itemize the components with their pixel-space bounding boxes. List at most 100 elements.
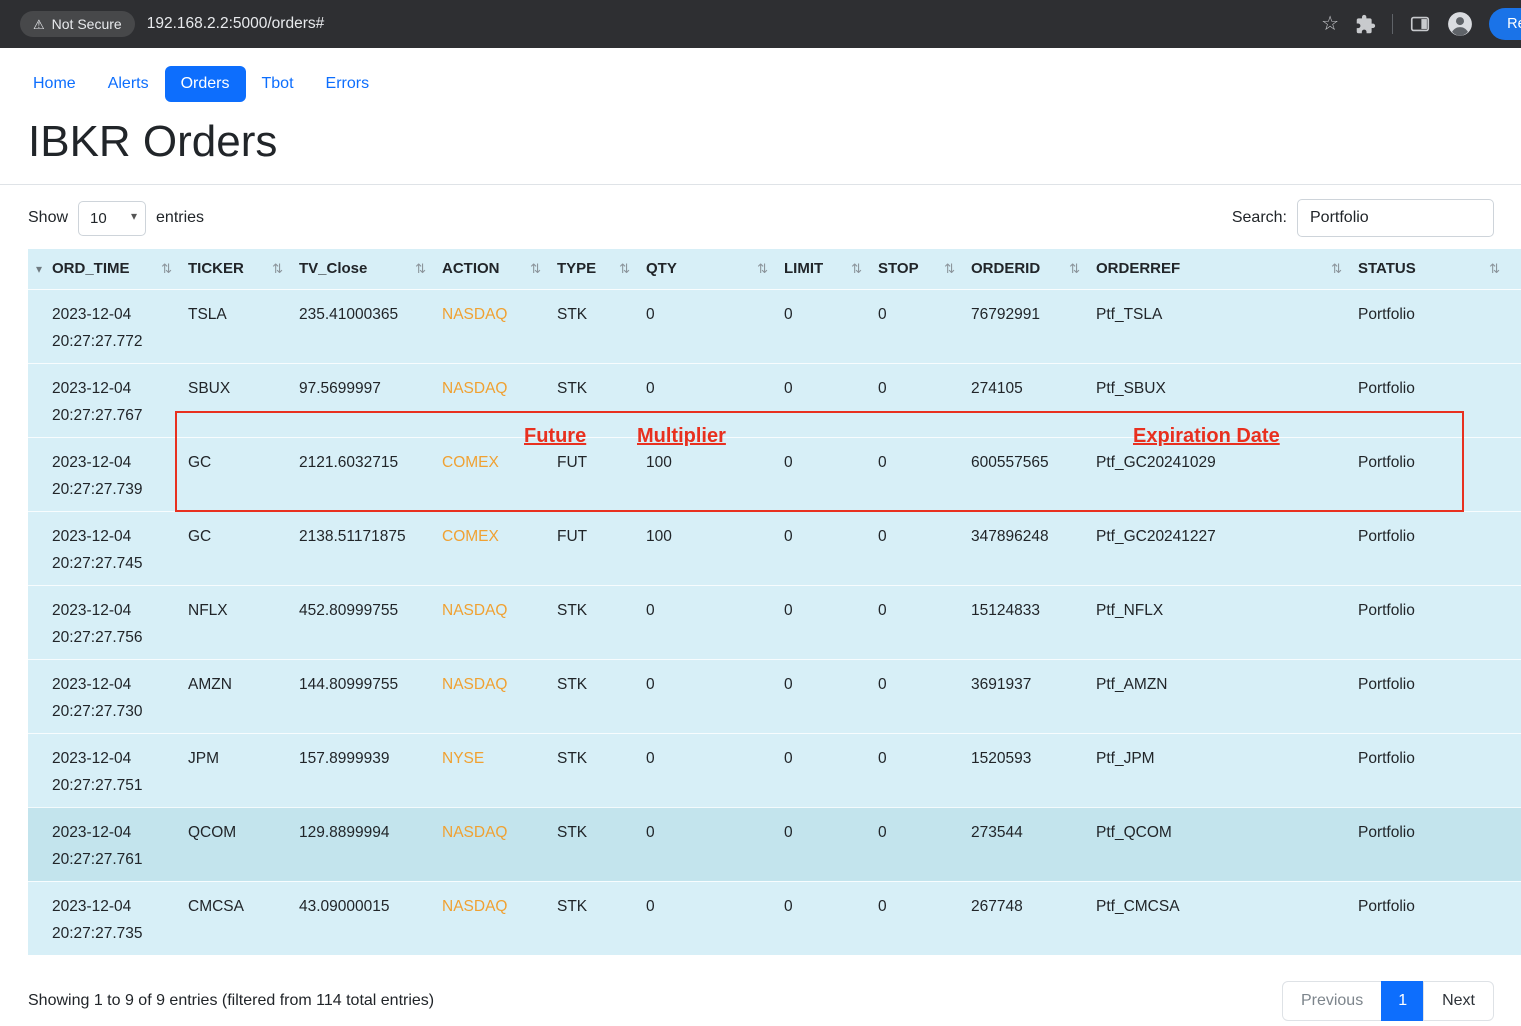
cell-type: STK	[557, 749, 588, 767]
sort-icon: ⇅	[415, 260, 426, 276]
table-row[interactable]: 2023-12-04 20:27:27.767 SBUX 97.5699997 N…	[28, 363, 1521, 437]
relaunch-button[interactable]: Relau	[1489, 8, 1521, 40]
next-page-button[interactable]: Next	[1423, 981, 1494, 1021]
table-row[interactable]: 2023-12-04 20:27:27.739 GC 2121.6032715 C…	[28, 437, 1521, 511]
cell-tv-close: 452.80999755	[299, 601, 399, 619]
cell-cut	[1508, 733, 1521, 807]
extensions-icon[interactable]	[1355, 14, 1376, 35]
cell-orderref: Ptf_GC20241227	[1096, 527, 1216, 545]
tab-orders[interactable]: Orders	[164, 66, 246, 102]
cell-orderid: 273544	[971, 823, 1023, 841]
relaunch-button-label: Relau	[1507, 16, 1521, 32]
cell-cut	[1508, 437, 1521, 511]
tab-alerts[interactable]: Alerts	[92, 66, 165, 102]
cell-action: COMEX	[442, 453, 499, 471]
table-row[interactable]: 2023-12-04 20:27:27.735 CMCSA 43.09000015…	[28, 881, 1521, 955]
cell-ticker: JPM	[188, 749, 219, 767]
cell-ticker: GC	[188, 527, 212, 545]
bookmark-star-icon[interactable]: ☆	[1321, 14, 1339, 34]
column-header-ticker[interactable]: TICKER ⇅	[180, 249, 291, 289]
column-header-orderref[interactable]: ORDERREF ⇅	[1088, 249, 1350, 289]
table-body: 2023-12-04 20:27:27.772 TSLA 235.41000365…	[28, 289, 1521, 955]
cell-cut	[1508, 289, 1521, 363]
column-header-action[interactable]: ACTION ⇅	[434, 249, 549, 289]
cell-ticker: TSLA	[188, 305, 227, 323]
cell-tv-close: 235.41000365	[299, 305, 399, 323]
cell-status: Portfolio	[1358, 675, 1415, 693]
url-text[interactable]: 192.168.2.2:5000/orders#	[147, 15, 325, 33]
sort-icon: ⇅	[944, 260, 955, 276]
table-row[interactable]: 2023-12-04 20:27:27.730 AMZN 144.80999755…	[28, 659, 1521, 733]
column-header-cut	[1508, 249, 1521, 289]
table-row[interactable]: 2023-12-04 20:27:27.745 GC 2138.51171875 …	[28, 511, 1521, 585]
tab-errors[interactable]: Errors	[310, 66, 386, 102]
cell-status: Portfolio	[1358, 527, 1415, 545]
table-row[interactable]: 2023-12-04 20:27:27.756 NFLX 452.80999755…	[28, 585, 1521, 659]
cell-qty: 0	[646, 305, 655, 323]
search-input[interactable]	[1297, 199, 1494, 237]
sort-icon: ⇅	[272, 260, 283, 276]
sort-icon: ⇅	[851, 260, 862, 276]
tab-tbot[interactable]: Tbot	[246, 66, 310, 102]
column-header-type[interactable]: TYPE ⇅	[549, 249, 638, 289]
table-row[interactable]: 2023-12-04 20:27:27.761 QCOM 129.8899994 …	[28, 807, 1521, 881]
tab-home[interactable]: Home	[17, 66, 92, 102]
table-row[interactable]: 2023-12-04 20:27:27.751 JPM 157.8999939 N…	[28, 733, 1521, 807]
column-label: ORDERID	[971, 260, 1041, 278]
cell-stop: 0	[878, 453, 887, 471]
cell-orderid: 15124833	[971, 601, 1040, 619]
page-1-button[interactable]: 1	[1381, 981, 1425, 1021]
divider	[0, 184, 1521, 185]
cell-qty: 0	[646, 749, 655, 767]
cell-orderid: 274105	[971, 379, 1023, 397]
cell-orderid: 267748	[971, 897, 1023, 915]
cell-qty: 100	[646, 453, 672, 471]
cell-orderref: Ptf_CMCSA	[1096, 897, 1180, 915]
column-header-tv_close[interactable]: TV_Close ⇅	[291, 249, 434, 289]
column-label: STATUS	[1358, 260, 1416, 278]
column-label: TYPE	[557, 260, 597, 278]
cell-ticker: GC	[188, 453, 212, 471]
cell-status: Portfolio	[1358, 823, 1415, 841]
sort-icon: ⇅	[1069, 260, 1080, 276]
cell-stop: 0	[878, 305, 887, 323]
cell-stop: 0	[878, 601, 887, 619]
cell-edge	[28, 289, 44, 363]
previous-page-button[interactable]: Previous	[1281, 981, 1383, 1021]
column-header-stop[interactable]: STOP ⇅	[870, 249, 963, 289]
table-row[interactable]: 2023-12-04 20:27:27.772 TSLA 235.41000365…	[28, 289, 1521, 363]
page-size-select[interactable]: 10	[78, 200, 147, 236]
cell-edge	[28, 585, 44, 659]
column-header-ord_time[interactable]: ORD_TIME ⇅	[44, 249, 180, 289]
cell-limit: 0	[784, 823, 793, 841]
cell-stop: 0	[878, 897, 887, 915]
cell-action: NASDAQ	[442, 823, 508, 841]
column-header-orderid[interactable]: ORDERID ⇅	[963, 249, 1088, 289]
cell-orderref: Ptf_JPM	[1096, 749, 1155, 767]
cell-qty: 0	[646, 379, 655, 397]
cell-qty: 0	[646, 675, 655, 693]
search-control: Search:	[1232, 199, 1494, 237]
security-badge[interactable]: ⚠ Not Secure	[20, 11, 135, 37]
cell-qty: 0	[646, 897, 655, 915]
profile-avatar[interactable]	[1447, 11, 1473, 37]
cell-edge	[28, 511, 44, 585]
show-label: Show	[28, 209, 69, 226]
side-panel-icon[interactable]	[1409, 13, 1431, 35]
column-header-status[interactable]: STATUS ⇅	[1350, 249, 1508, 289]
cell-stop: 0	[878, 527, 887, 545]
cell-action: NASDAQ	[442, 379, 508, 397]
cell-limit: 0	[784, 749, 793, 767]
orders-table: ▾ ORD_TIME ⇅ TICKER ⇅ TV_Close ⇅ ACTION ⇅ TYPE ⇅ Q…	[28, 249, 1521, 955]
cell-type: STK	[557, 305, 588, 323]
cell-ord-time: 2023-12-04 20:27:27.767	[52, 379, 143, 424]
cell-action: NASDAQ	[442, 675, 508, 693]
sort-icon: ⇅	[1489, 260, 1500, 276]
cell-orderref: Ptf_GC20241029	[1096, 453, 1216, 471]
cell-orderid: 600557565	[971, 453, 1049, 471]
page-content: Home Alerts Orders Tbot Errors IBKR Orde…	[0, 48, 1521, 1021]
cell-cut	[1508, 363, 1521, 437]
column-header-limit[interactable]: LIMIT ⇅	[776, 249, 870, 289]
search-label: Search:	[1231, 209, 1287, 226]
column-header-qty[interactable]: QTY ⇅	[638, 249, 776, 289]
